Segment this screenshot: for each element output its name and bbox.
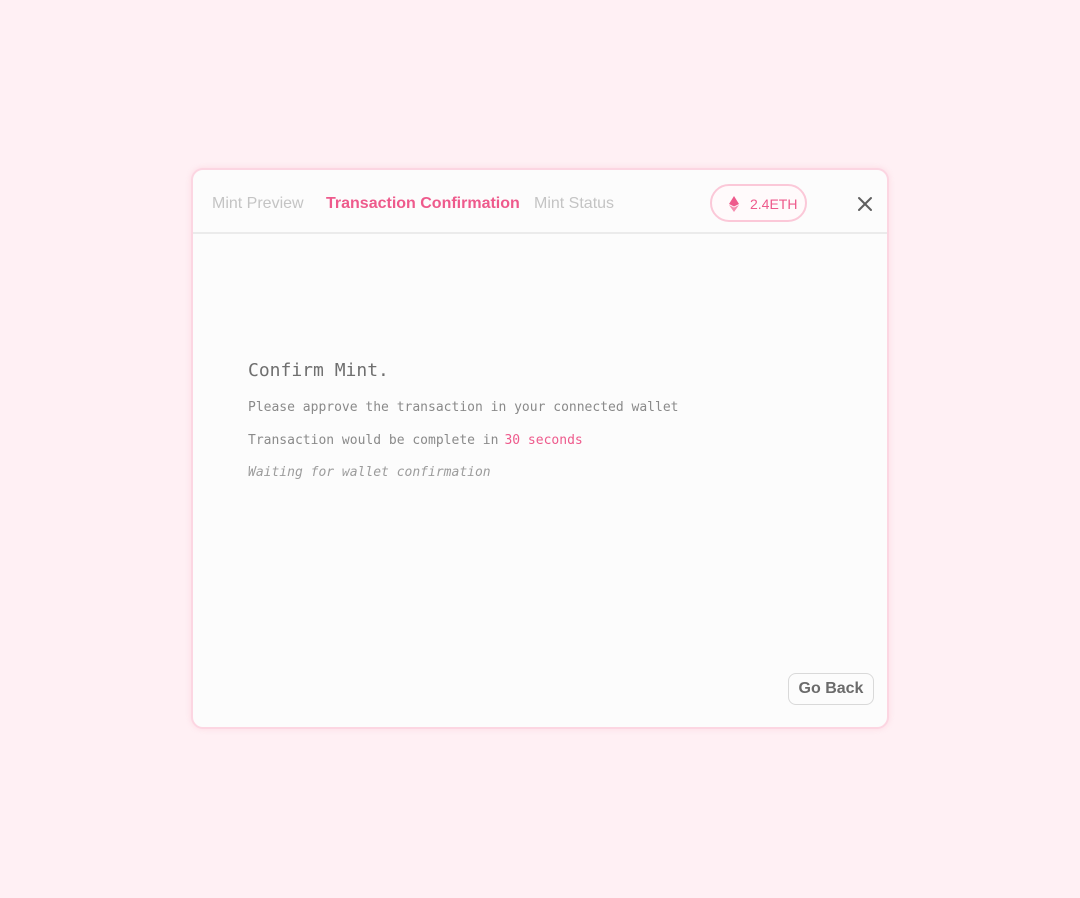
waiting-status: Waiting for wallet confirmation	[248, 465, 491, 480]
tab-mint-status[interactable]: Mint Status	[534, 195, 614, 213]
go-back-button[interactable]: Go Back	[788, 673, 874, 705]
tab-mint-preview[interactable]: Mint Preview	[212, 195, 304, 213]
completion-estimate: Transaction would be complete in 30 secon…	[248, 433, 583, 449]
close-icon	[858, 197, 872, 211]
transaction-modal: Mint Preview Transaction Confirmation Mi…	[191, 168, 889, 729]
completion-time: 30 seconds	[504, 433, 583, 448]
approve-instruction: Please approve the transaction in your c…	[248, 400, 679, 415]
close-button[interactable]	[855, 194, 875, 214]
ethereum-icon	[729, 196, 739, 212]
confirm-title: Confirm Mint.	[248, 360, 389, 381]
eth-balance-badge[interactable]: 2.4ETH	[710, 184, 807, 222]
completion-prefix: Transaction would be complete in	[248, 433, 499, 448]
modal-header: Mint Preview Transaction Confirmation Mi…	[193, 170, 887, 234]
eth-balance-value: 2.4ETH	[750, 196, 798, 212]
tab-transaction-confirmation[interactable]: Transaction Confirmation	[326, 195, 520, 213]
